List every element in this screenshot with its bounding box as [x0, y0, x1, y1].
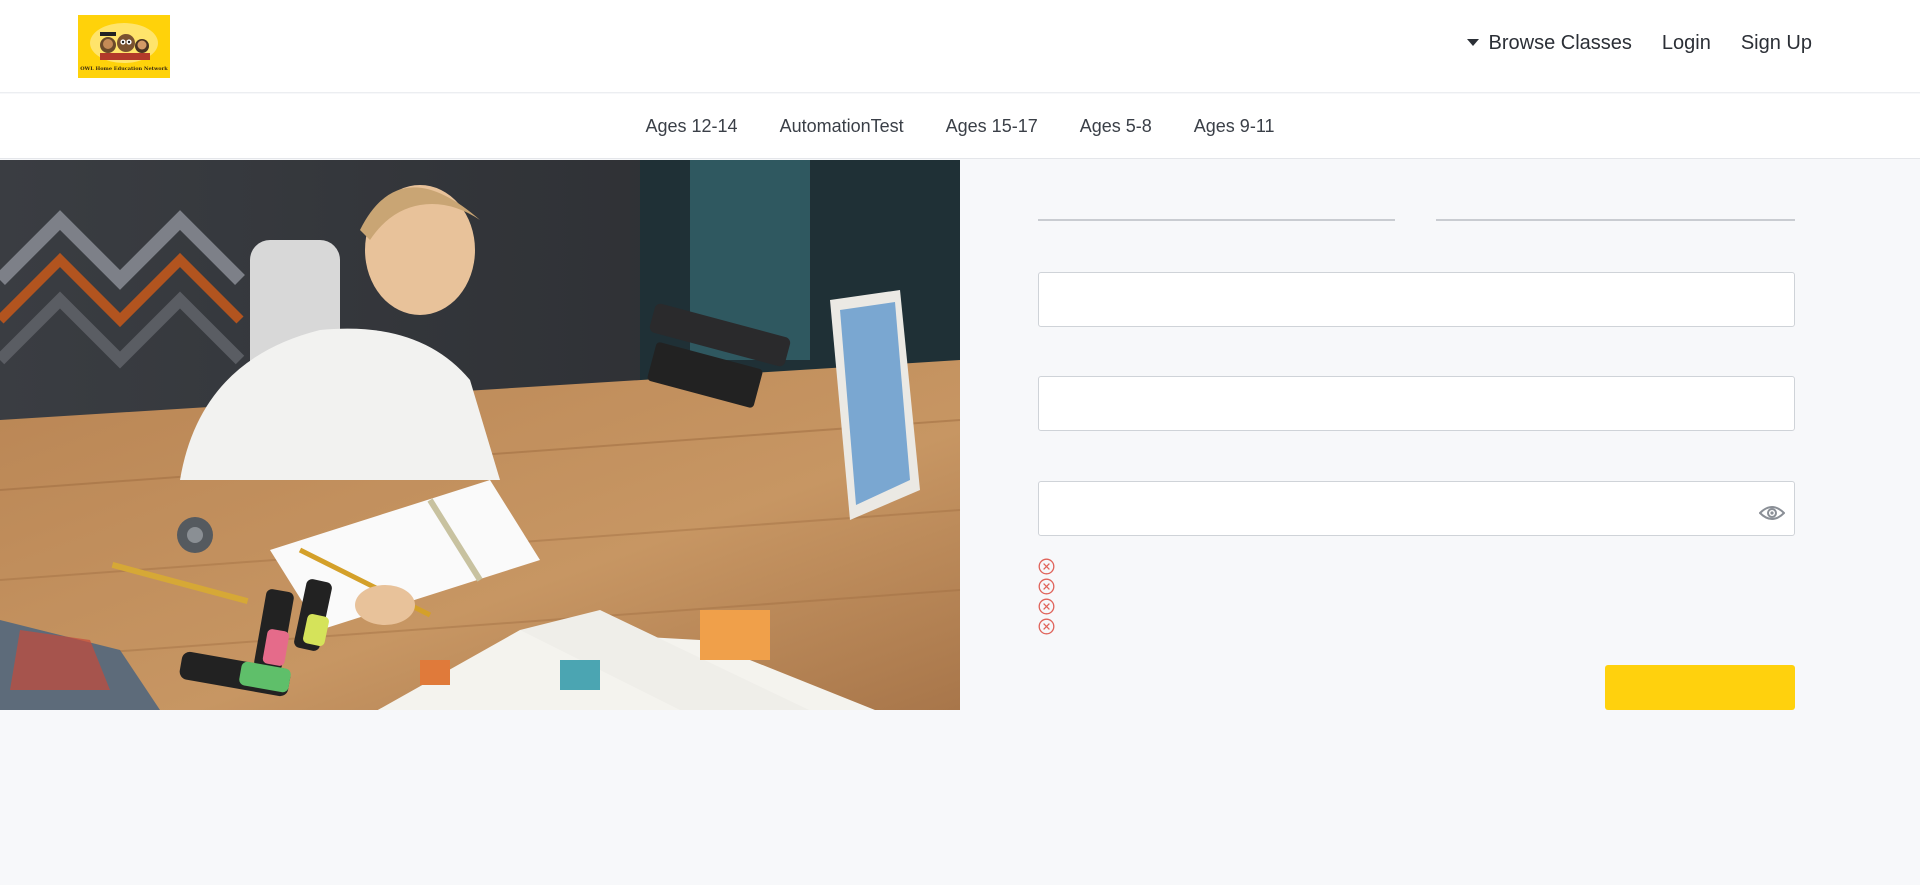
top-navigation: Browse Classes Login Sign Up: [1466, 32, 1812, 55]
password-rule: [1038, 616, 1063, 636]
child-studying-illustration: [0, 160, 960, 710]
category-ages-5-8[interactable]: Ages 5-8: [1080, 116, 1152, 137]
x-circle-icon: [1038, 578, 1055, 594]
x-circle-icon: [1038, 598, 1055, 614]
site-logo[interactable]: OWL Home Education Network: [78, 15, 170, 78]
text-field-1[interactable]: [1038, 272, 1795, 327]
login-link[interactable]: Login: [1662, 32, 1711, 55]
browse-classes-label: Browse Classes: [1488, 32, 1632, 54]
category-ages-9-11[interactable]: Ages 9-11: [1194, 116, 1275, 137]
first-tab[interactable]: [1038, 219, 1395, 221]
browse-classes-dropdown[interactable]: Browse Classes: [1466, 32, 1632, 55]
caret-down-icon: [1466, 39, 1479, 46]
password-rule: [1038, 596, 1063, 616]
hero-image: [0, 160, 960, 710]
category-ages-12-14[interactable]: Ages 12-14: [646, 116, 738, 137]
category-automationtest[interactable]: AutomationTest: [780, 116, 904, 137]
second-tab[interactable]: [1436, 219, 1795, 221]
password-rule: [1038, 576, 1063, 596]
x-circle-icon: [1038, 558, 1055, 574]
category-ages-15-17[interactable]: Ages 15-17: [946, 116, 1038, 137]
text-field-2[interactable]: [1038, 376, 1795, 431]
password-field[interactable]: [1038, 481, 1795, 536]
password-rule: [1038, 556, 1063, 576]
signup-link[interactable]: Sign Up: [1741, 32, 1812, 55]
submit-button[interactable]: [1605, 665, 1795, 710]
x-circle-icon: [1038, 618, 1055, 634]
password-requirements: [1038, 556, 1063, 636]
eye-icon[interactable]: [1759, 503, 1785, 523]
category-navigation: Ages 12-14 AutomationTest Ages 15-17 Age…: [0, 94, 1920, 159]
site-header: OWL Home Education Network Browse Classe…: [0, 0, 1920, 93]
logo-text: OWL Home Education Network: [80, 66, 168, 72]
